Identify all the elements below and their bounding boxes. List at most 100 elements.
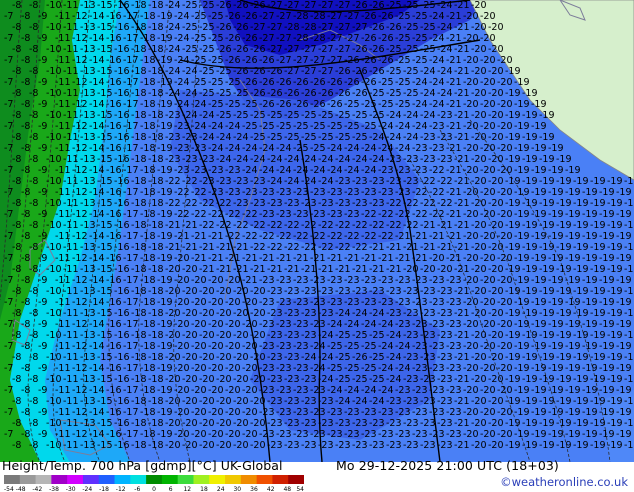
isotherm-number: -19 (624, 330, 634, 341)
isotherm-number: -23 (420, 418, 436, 429)
isotherm-number: -10 (46, 242, 62, 253)
isotherm-number: -19 (157, 143, 173, 154)
isotherm-number: -25 (395, 77, 411, 88)
credit-text: ©weatheronline.co.uk (500, 475, 628, 489)
isotherm-number: -22 (174, 209, 190, 220)
isotherm-number: -19 (531, 363, 547, 374)
isotherm-number: -20 (463, 319, 479, 330)
isotherm-number: -7 (4, 253, 13, 264)
isotherm-number: -26 (233, 66, 249, 77)
isotherm-number: -23 (284, 396, 300, 407)
isotherm-number: -20 (471, 88, 487, 99)
isotherm-number: -24 (250, 154, 266, 165)
isotherm-number: -19 (565, 341, 581, 352)
isotherm-number: -16 (106, 297, 122, 308)
isotherm-number: -23 (310, 209, 326, 220)
isotherm-number: -19 (573, 198, 589, 209)
isotherm-number: -21 (318, 264, 334, 275)
isotherm-number: -19 (539, 198, 555, 209)
isotherm-number: -20 (471, 176, 487, 187)
isotherm-number: -18 (148, 352, 164, 363)
isotherm-number: -19 (539, 286, 555, 297)
isotherm-number: -8 (12, 242, 21, 253)
isotherm-number: -21 (420, 220, 436, 231)
isotherm-number: -19 (539, 242, 555, 253)
isotherm-number: -19 (582, 341, 598, 352)
isotherm-number: -23 (284, 352, 300, 363)
isotherm-number: -12 (72, 11, 88, 22)
isotherm-number: -20 (471, 198, 487, 209)
isotherm-number: -20 (497, 231, 513, 242)
isotherm-number: -16 (106, 231, 122, 242)
isotherm-number: -14 (89, 99, 105, 110)
isotherm-number: -19 (607, 418, 623, 429)
isotherm-number: -21 (344, 253, 360, 264)
isotherm-number: -20 (480, 297, 496, 308)
isotherm-number: -19 (505, 88, 521, 99)
isotherm-number: -23 (199, 176, 215, 187)
isotherm-number: -8 (21, 341, 30, 352)
isotherm-number: -21 (301, 264, 317, 275)
isotherm-number: -20 (471, 66, 487, 77)
isotherm-number: -21 (395, 253, 411, 264)
isotherm-number: -10 (46, 110, 62, 121)
isotherm-number: -23 (420, 440, 436, 451)
isotherm-number: -8 (12, 330, 21, 341)
isotherm-number: -8 (21, 385, 30, 396)
isotherm-number: -19 (607, 374, 623, 385)
isotherm-number: -24 (361, 319, 377, 330)
isotherm-number: -18 (140, 99, 156, 110)
isotherm-number: -12 (72, 385, 88, 396)
isotherm-number: -23 (293, 209, 309, 220)
isotherm-number: -20 (480, 11, 496, 22)
color-scale-tick-label: 12 (183, 486, 191, 492)
isotherm-number: -23 (284, 286, 300, 297)
isotherm-number: -8 (12, 374, 21, 385)
isotherm-number: -19 (157, 33, 173, 44)
isotherm-number: -23 (437, 396, 453, 407)
isotherm-number: -27 (335, 22, 351, 33)
isotherm-number: -20 (463, 385, 479, 396)
isotherm-number: -20 (488, 44, 504, 55)
isotherm-number: -13 (80, 330, 96, 341)
isotherm-number: -20 (463, 143, 479, 154)
isotherm-number: -22 (199, 220, 215, 231)
isotherm-number: -13 (80, 286, 96, 297)
isotherm-number: -26 (301, 88, 317, 99)
isotherm-number: -15 (97, 198, 113, 209)
isotherm-number: -19 (590, 286, 606, 297)
isotherm-number: -8 (29, 374, 38, 385)
isotherm-number: -20 (199, 440, 215, 451)
isotherm-number: -25 (216, 66, 232, 77)
isotherm-number: -20 (165, 330, 181, 341)
isotherm-number: -19 (565, 319, 581, 330)
isotherm-number: -23 (310, 297, 326, 308)
isotherm-number: -16 (114, 374, 130, 385)
isotherm-number: -23 (335, 286, 351, 297)
isotherm-number: -8 (21, 165, 30, 176)
isotherm-number: -17 (123, 187, 139, 198)
isotherm-number: -25 (403, 88, 419, 99)
isotherm-number: -20 (497, 407, 513, 418)
isotherm-number: -20 (480, 99, 496, 110)
isotherm-number: -23 (310, 187, 326, 198)
isotherm-number: -20 (199, 308, 215, 319)
isotherm-number: -20 (463, 99, 479, 110)
isotherm-number: -8 (21, 55, 30, 66)
isotherm-number: -19 (505, 132, 521, 143)
isotherm-number: -25 (335, 330, 351, 341)
isotherm-number: -9 (38, 11, 47, 22)
isotherm-number: -22 (429, 187, 445, 198)
isotherm-number: -19 (565, 385, 581, 396)
isotherm-number: -18 (140, 11, 156, 22)
isotherm-number: -17 (123, 99, 139, 110)
isotherm-number: -18 (131, 132, 147, 143)
isotherm-number: -19 (624, 308, 634, 319)
isotherm-number: -23 (446, 297, 462, 308)
isotherm-number: -23 (165, 110, 181, 121)
isotherm-number: -11 (55, 319, 71, 330)
isotherm-number: -11 (63, 0, 79, 11)
isotherm-number: -26 (259, 55, 275, 66)
isotherm-number: -24 (361, 165, 377, 176)
isotherm-number: -16 (114, 22, 130, 33)
